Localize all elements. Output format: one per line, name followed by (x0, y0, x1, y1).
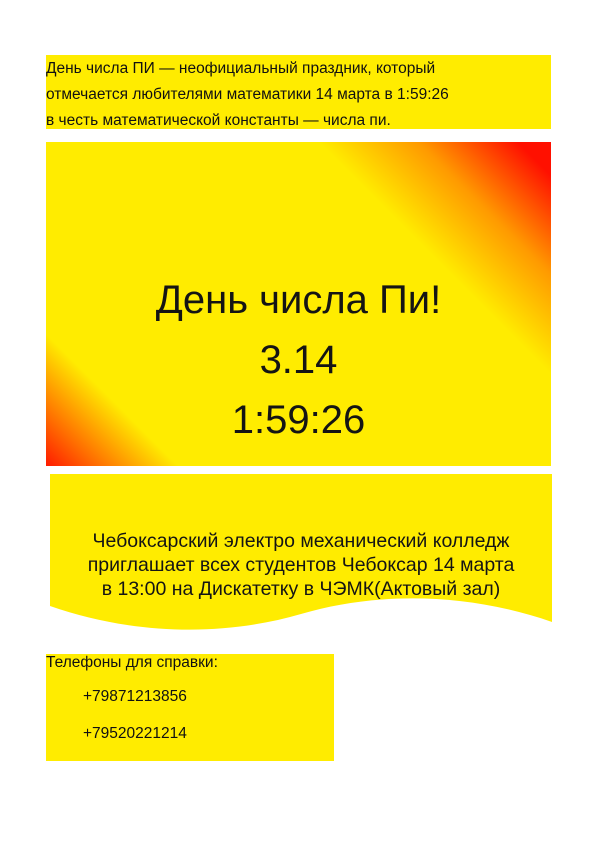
phone-number-1: +79871213856 (83, 688, 187, 705)
banner-text: День числа Пи! 3.14 1:59:26 (46, 270, 551, 450)
intro-line-1: День числа ПИ — неофициальный праздник, … (46, 60, 436, 77)
intro-block: День числа ПИ — неофициальный праздник, … (46, 55, 551, 129)
banner-number: 3.14 (259, 338, 338, 382)
contacts-heading: Телефоны для справки: (46, 654, 218, 671)
invitation-block: Чебоксарский электро механический коллед… (46, 474, 556, 634)
intro-line-2: отмечается любителями математики 14 март… (46, 86, 449, 103)
pi-day-banner: День числа Пи! 3.14 1:59:26 (46, 142, 551, 466)
contacts-block: Телефоны для справки: +79871213856 +7952… (46, 654, 334, 761)
invitation-line-3: в 13:00 на Дискатетку в ЧЭМК(Актовый зал… (101, 578, 501, 600)
intro-line-3: в честь математической константы — числа… (46, 112, 391, 129)
invitation-line-2: приглашает всех студентов Чебоксар 14 ма… (87, 554, 515, 576)
invitation-line-1: Чебоксарский электро механический коллед… (92, 530, 510, 552)
banner-time: 1:59:26 (231, 398, 366, 442)
invitation-text: Чебоксарский электро механический коллед… (46, 529, 556, 601)
banner-title: День числа Пи! (155, 278, 442, 322)
phone-number-2: +79520221214 (83, 725, 187, 742)
